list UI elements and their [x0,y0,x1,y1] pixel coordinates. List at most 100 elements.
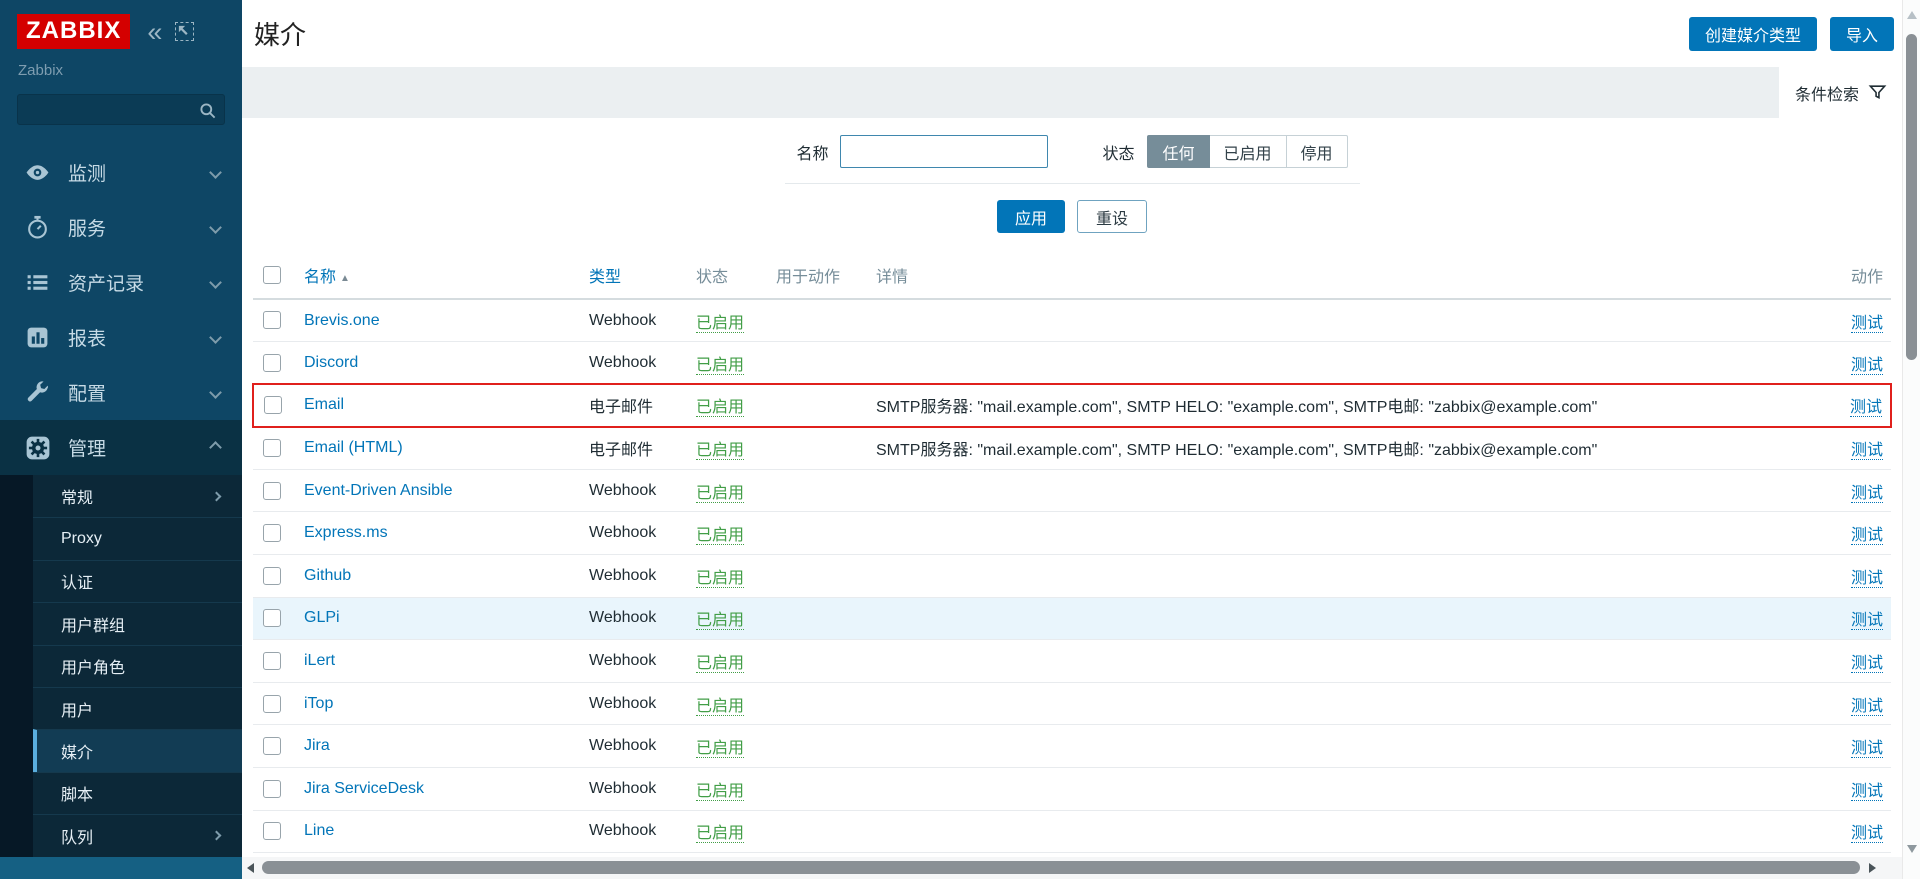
media-name-link[interactable]: Discord [304,354,358,371]
media-name-link[interactable]: iLert [304,652,335,669]
filter-tab-label: 条件检索 [1795,81,1859,105]
name-filter-input[interactable] [840,135,1048,168]
test-link[interactable]: 测试 [1851,315,1883,333]
test-link[interactable]: 测试 [1851,527,1883,545]
media-name-link[interactable]: Email [304,396,344,413]
media-status-link[interactable]: 已启用 [696,485,744,503]
used-in-actions-column-header: 用于动作 [769,252,869,299]
create-media-type-button[interactable]: 创建媒介类型 [1689,17,1817,51]
media-status-link[interactable]: 已启用 [696,357,744,375]
sidebar-item-configuration[interactable]: 配置 [0,365,242,420]
submenu-item-media-types[interactable]: 媒介 [33,729,242,771]
media-status-link[interactable]: 已启用 [696,442,744,460]
media-status-link[interactable]: 已启用 [696,527,744,545]
sidebar-item-reports[interactable]: 报表 [0,310,242,365]
sort-by-type-link[interactable]: 类型 [589,269,621,286]
test-link[interactable]: 测试 [1851,698,1883,716]
sidebar-item-administration[interactable]: 管理 [0,420,242,475]
apply-button[interactable]: 应用 [997,200,1065,233]
submenu-item-scripts[interactable]: 脚本 [33,772,242,814]
filter-tab[interactable]: 条件检索 [1779,67,1902,118]
media-name-link[interactable]: GLPi [304,609,340,626]
test-link[interactable]: 测试 [1851,612,1883,630]
status-column-header: 状态 [689,252,769,299]
row-checkbox[interactable] [263,822,281,840]
row-checkbox[interactable] [263,311,281,329]
submenu-item-user-roles[interactable]: 用户角色 [33,645,242,687]
media-status-link[interactable]: 已启用 [696,655,744,673]
media-name-link[interactable]: Brevis.one [304,312,380,329]
row-checkbox[interactable] [263,439,281,457]
status-option-disabled[interactable]: 停用 [1287,135,1348,168]
media-name-link[interactable]: Jira [304,737,330,754]
test-link[interactable]: 测试 [1851,442,1883,460]
media-used-in-actions [769,512,869,555]
test-link[interactable]: 测试 [1851,740,1883,758]
media-status-link[interactable]: 已启用 [696,570,744,588]
media-name-link[interactable]: Express.ms [304,524,388,541]
status-option-enabled[interactable]: 已启用 [1210,135,1287,168]
submenu-item-users[interactable]: 用户 [33,687,242,729]
media-name-link[interactable]: Github [304,567,351,584]
sidebar-item-services[interactable]: 服务 [0,200,242,255]
scroll-up-icon[interactable] [1907,11,1917,19]
row-checkbox[interactable] [263,695,281,713]
submenu-item-authentication[interactable]: 认证 [33,560,242,602]
media-status-link[interactable]: 已启用 [696,825,744,843]
row-checkbox[interactable] [263,609,281,627]
media-name-link[interactable]: Email (HTML) [304,439,403,456]
status-option-any[interactable]: 任何 [1147,135,1209,168]
media-status-link[interactable]: 已启用 [696,740,744,758]
row-checkbox[interactable] [264,396,282,414]
media-type: Webhook [589,737,656,754]
media-status-link[interactable]: 已启用 [696,783,744,801]
media-name-link[interactable]: Event-Driven Ansible [304,482,453,499]
table-row: Jira ServiceDesk Webhook 已启用 测试 [253,768,1891,811]
row-checkbox[interactable] [263,737,281,755]
chevron-down-icon [209,221,222,234]
row-checkbox[interactable] [263,652,281,670]
kiosk-mode-icon[interactable] [175,22,194,41]
scroll-right-icon[interactable] [1869,863,1876,873]
zabbix-logo[interactable]: ZABBIX [17,14,130,49]
scroll-down-icon[interactable] [1907,845,1917,853]
test-link[interactable]: 测试 [1851,655,1883,673]
test-link[interactable]: 测试 [1850,399,1882,417]
submenu-item-proxy[interactable]: Proxy [33,517,242,559]
search-icon[interactable] [198,101,217,120]
media-name-link[interactable]: iTop [304,695,333,712]
sidebar-item-inventory[interactable]: 资产记录 [0,255,242,310]
sort-by-name-link[interactable]: 名称 [304,269,336,286]
search-input[interactable] [18,95,224,124]
row-checkbox[interactable] [263,524,281,542]
test-link[interactable]: 测试 [1851,825,1883,843]
test-link[interactable]: 测试 [1851,357,1883,375]
media-status-link[interactable]: 已启用 [696,399,744,417]
media-status-link[interactable]: 已启用 [696,612,744,630]
test-link[interactable]: 测试 [1851,783,1883,801]
collapse-sidebar-icon[interactable]: « [147,22,162,42]
vertical-scrollbar[interactable] [1902,0,1920,879]
reset-button[interactable]: 重设 [1077,200,1147,233]
media-status-link[interactable]: 已启用 [696,698,744,716]
scroll-left-icon[interactable] [247,863,254,873]
submenu-item-user-groups[interactable]: 用户群组 [33,602,242,644]
row-checkbox[interactable] [263,567,281,585]
horizontal-scrollbar-thumb[interactable] [262,861,1860,874]
import-button[interactable]: 导入 [1830,17,1894,51]
select-all-checkbox[interactable] [263,266,281,284]
media-name-link[interactable]: Line [304,822,334,839]
media-name-link[interactable]: Jira ServiceDesk [304,780,424,797]
test-link[interactable]: 测试 [1851,485,1883,503]
row-checkbox[interactable] [263,780,281,798]
test-link[interactable]: 测试 [1851,570,1883,588]
submenu-item-general[interactable]: 常规 [33,475,242,517]
row-checkbox[interactable] [263,354,281,372]
sidebar-item-monitoring[interactable]: 监测 [0,145,242,200]
row-checkbox[interactable] [263,482,281,500]
vertical-scrollbar-thumb[interactable] [1906,34,1917,360]
media-status-link[interactable]: 已启用 [696,315,744,333]
horizontal-scrollbar[interactable] [242,857,1902,879]
media-details [869,810,1831,853]
submenu-item-queue[interactable]: 队列 [33,814,242,856]
